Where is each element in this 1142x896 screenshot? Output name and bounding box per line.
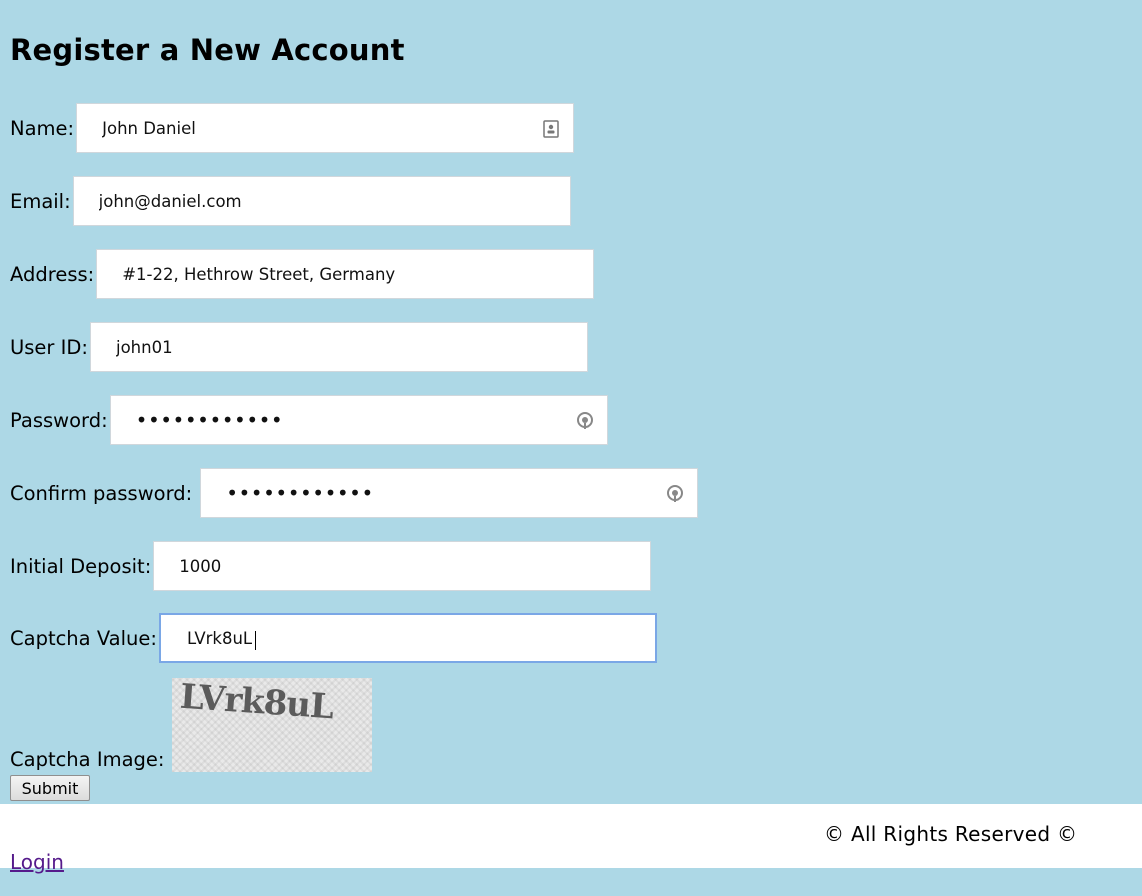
confirm-password-label: Confirm password: — [10, 481, 193, 505]
text-caret — [254, 631, 256, 650]
captcha-image-row: Captcha Image: LVrk8uL — [10, 676, 373, 772]
confirm-password-row: Confirm password: — [10, 467, 699, 519]
registration-page: Register a New Account Name: Email: Addr… — [0, 0, 1142, 896]
user-id-field-box[interactable] — [89, 322, 588, 372]
captcha-value-field-box[interactable] — [158, 613, 657, 663]
initial-deposit-row: Initial Deposit: — [10, 540, 652, 592]
captcha-value-row: Captcha Value: — [10, 612, 657, 664]
address-label: Address: — [10, 262, 95, 286]
user-id-label: User ID: — [10, 335, 88, 359]
captcha-value-input[interactable] — [186, 615, 617, 661]
name-input[interactable] — [102, 104, 533, 152]
captcha-value-label: Captcha Value: — [10, 626, 157, 650]
address-input[interactable] — [122, 250, 553, 298]
password-row: Password: — [10, 394, 608, 446]
user-id-input[interactable] — [115, 323, 546, 371]
submit-button[interactable]: Submit — [10, 775, 90, 801]
captcha-image-label: Captcha Image: — [10, 748, 165, 771]
email-input[interactable] — [98, 177, 529, 225]
contact-card-icon[interactable] — [541, 119, 561, 139]
name-label: Name: — [10, 116, 75, 140]
email-row: Email: — [10, 175, 571, 227]
email-label: Email: — [10, 189, 71, 213]
copyright-text: © All Rights Reserved © — [824, 822, 1078, 846]
initial-deposit-field-box[interactable] — [153, 541, 652, 591]
name-row: Name: — [10, 102, 575, 154]
initial-deposit-label: Initial Deposit: — [10, 554, 152, 578]
password-label: Password: — [10, 408, 108, 432]
page-title: Register a New Account — [10, 33, 405, 67]
login-link[interactable]: Login — [10, 850, 64, 874]
name-field-box[interactable] — [76, 103, 575, 153]
key-icon[interactable] — [665, 484, 685, 504]
password-field-box[interactable] — [109, 395, 608, 445]
captcha-image: LVrk8uL — [172, 678, 373, 772]
confirm-password-field-box[interactable] — [200, 468, 699, 518]
key-icon[interactable] — [575, 411, 595, 431]
captcha-image-text: LVrk8uL — [179, 678, 335, 728]
user-id-row: User ID: — [10, 321, 588, 373]
confirm-password-input[interactable] — [226, 469, 657, 517]
address-field-box[interactable] — [96, 249, 595, 299]
email-field-box[interactable] — [72, 176, 571, 226]
address-row: Address: — [10, 248, 595, 300]
initial-deposit-input[interactable] — [179, 542, 610, 590]
password-input[interactable] — [135, 396, 566, 444]
